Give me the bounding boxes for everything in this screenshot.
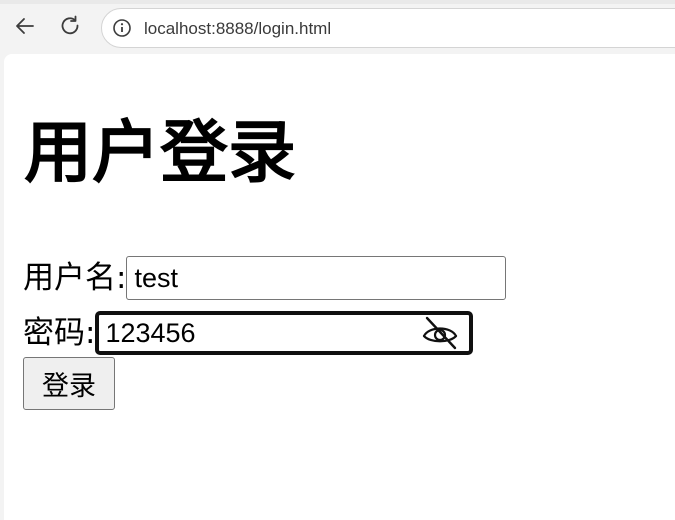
reload-button[interactable] — [56, 12, 84, 40]
back-button[interactable] — [11, 12, 39, 40]
username-input[interactable] — [126, 256, 507, 300]
password-input[interactable] — [99, 315, 420, 351]
url-text[interactable]: localhost:8888/login.html — [144, 19, 331, 39]
login-button[interactable]: 登录 — [23, 357, 115, 410]
eye-slash-icon — [423, 316, 458, 350]
browser-toolbar: localhost:8888/login.html — [0, 0, 675, 56]
password-label: 密码: — [23, 315, 96, 351]
page-viewport: 用户登录 用户名: 密码: 登录 — [4, 54, 675, 520]
tab-strip-edge — [0, 0, 675, 4]
reload-icon — [61, 15, 79, 35]
password-row: 密码: — [23, 310, 474, 356]
address-bar[interactable]: localhost:8888/login.html — [101, 8, 675, 48]
username-label: 用户名: — [23, 260, 127, 296]
password-field[interactable] — [95, 311, 474, 355]
info-icon[interactable] — [112, 18, 132, 38]
username-row: 用户名: — [23, 255, 507, 301]
arrow-left-icon — [16, 18, 34, 34]
page-title: 用户登录 — [24, 114, 297, 193]
toggle-password-visibility[interactable] — [421, 316, 459, 350]
